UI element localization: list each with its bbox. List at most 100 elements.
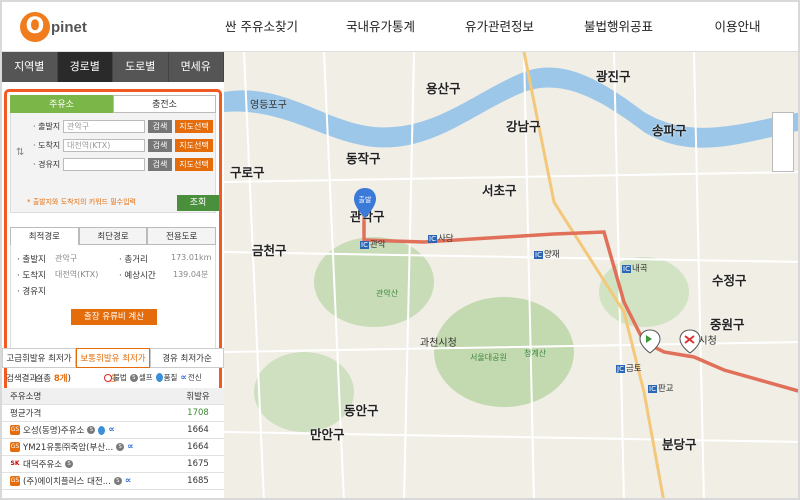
station-name[interactable]: (주)에이치플러스 대전... [23,475,111,487]
station-price: 1685 [187,476,209,486]
table-row[interactable]: GS 오성(동명)주유소 S ∝ 1664 [2,422,224,439]
gs-brand-icon: GS [10,476,20,486]
tab-diesel-lowest[interactable]: 경유 최저가순 [150,348,224,368]
dest-search-button[interactable]: 검색 [148,138,172,152]
tab-regular-lowest[interactable]: 보통휘발유 최저가순 [76,348,150,384]
legend-card: ∝ 전신 [180,372,201,383]
fuel-cost-button[interactable]: 출장 유류비 계산 [71,309,157,325]
ic-badge: IC [360,241,369,249]
route-search-panel: 주유소 충전소 ⇅ · 출발지 관악구 검색 지도선택 · 도착지 대전역(KT… [4,89,222,392]
map-label: 용산구 [426,81,461,96]
avg-price-label: 평균가격 [10,409,42,419]
station-name[interactable]: YM21유통㈜죽암(부산... [23,441,113,453]
legend-illegal-label: 불법 [113,373,127,382]
water-drop-icon [98,425,106,435]
map-label: 분당구 [662,437,697,452]
tab-taxfree[interactable]: 면세유 [168,52,224,82]
self-icon: S [129,373,138,382]
legend-quality-label: 품질 [163,373,178,382]
opinet-logo[interactable]: O pinet [20,10,90,44]
search-type-tabs: 지역별 경로별 도로별 면세유 [2,52,224,82]
result-dest-label: · 도착지 [17,271,46,281]
legend-self: S 셀프 [129,372,153,383]
dest-input[interactable]: 대전역(KTX) [63,138,145,152]
origin-search-button[interactable]: 검색 [148,119,172,133]
map-label: 중원구 [710,317,745,332]
start-marker-icon[interactable]: 출발 [352,186,378,220]
route-form: ⇅ · 출발지 관악구 검색 지도선택 · 도착지 대전역(KTX) 검색 지도… [10,113,219,213]
tab-region[interactable]: 지역별 [2,52,58,82]
self-icon: S [87,426,96,434]
ban-icon [104,373,112,382]
tab-optimal-route[interactable]: 최적경로 [10,227,79,245]
result-dest-value: 대전역(KTX) [55,270,99,279]
nav-guide[interactable]: 이용안내 [678,2,797,52]
required-note: * 출발지와 도착지의 키워드 필수입력 [27,198,136,206]
map-zoom-control[interactable] [772,112,794,172]
gs-brand-icon: GS [10,442,20,452]
station-type-tabs: 주유소 충전소 [10,95,216,113]
table-row[interactable]: GS (주)에이치플러스 대전... S ∝ 1685 [2,473,224,490]
origin-input[interactable]: 관악구 [63,119,145,133]
map-label: 과천시청 [420,338,457,349]
station-name[interactable]: 대덕주유소 [23,458,62,470]
via-input[interactable] [63,157,145,171]
tab-charging-station[interactable]: 충전소 [113,95,216,113]
ic-badge: JC [616,365,625,373]
map-ic-label: IC 관악 [360,238,386,250]
table-header: 주유소명 휘발유 [2,388,224,405]
map-ic-name: 금토 [625,364,642,374]
map-ic-name: 내곡 [631,264,648,274]
top-header: O pinet 싼 주유소찾기 국내유가통계 유가관련정보 불법행위공표 이용안… [2,2,798,52]
nav-price-info[interactable]: 유가관련정보 [440,2,559,52]
search-route-button[interactable]: 조회 [177,195,219,211]
map-ic-label: IC 사당 [428,232,454,244]
map-label: 청계산 [524,349,547,358]
tab-gas-station[interactable]: 주유소 [10,95,113,113]
tab-shortest-route[interactable]: 최단경로 [78,227,148,245]
route-map[interactable]: 용산구 광진구 강남구 송파구 동작구 구로구 서초구 관악구 금천구 수정구 … [224,52,798,498]
nav-cheap-station[interactable]: 싼 주유소찾기 [202,2,321,52]
origin-row: · 출발지 관악구 검색 지도선택 [33,119,213,133]
logo-text: pinet [51,19,87,36]
station-marker-icon[interactable] [678,328,702,354]
map-label: 만안구 [310,427,345,442]
card-icon: ∝ [108,425,115,435]
via-row: · 경유지 검색 지도선택 [33,157,213,171]
nav-illegal[interactable]: 불법행위공표 [559,2,678,52]
main-nav: 싼 주유소찾기 국내유가통계 유가관련정보 불법행위공표 이용안내 [202,2,797,52]
legend-quality: 품질 [155,372,178,383]
tab-road[interactable]: 도로별 [113,52,169,82]
station-sort-tabs: 고급휘발유 최저가순 보통휘발유 최저가순 경유 최저가순 [2,348,224,384]
tab-premium-lowest[interactable]: 고급휘발유 최저가순 [2,348,76,384]
swap-arrows-icon[interactable]: ⇅ [16,147,24,158]
self-icon: S [113,477,122,485]
map-label: 금천구 [252,243,287,258]
tab-express-route[interactable]: 전용도로 [147,227,217,245]
via-map-select-button[interactable]: 지도선택 [175,157,213,171]
result-time-value: 139.04분 [173,270,209,279]
route-option-tabs: 최적경로 최단경로 전용도로 [10,227,217,245]
map-label: 서초구 [482,183,517,198]
result-via-label: · 경유지 [17,287,46,297]
station-marker-icon[interactable] [638,328,662,354]
origin-map-select-button[interactable]: 지도선택 [175,119,213,133]
table-row[interactable]: GS YM21유통㈜죽암(부산... S ∝ 1664 [2,439,224,456]
dest-map-select-button[interactable]: 지도선택 [175,138,213,152]
origin-label: · 출발지 [33,121,61,131]
result-distance-value: 173.01km [171,253,212,262]
via-search-button[interactable]: 검색 [148,157,172,171]
route-result: · 출발지 관악구 · 총거리 173.01km · 도착지 대전역(KTX) … [10,245,216,355]
station-price: 1675 [187,459,209,469]
tab-route[interactable]: 경로별 [57,52,113,82]
map-label: 영등포구 [250,100,287,111]
map-label: 구로구 [230,165,265,180]
map-ic-name: 판교 [657,384,674,394]
station-price: 1664 [187,442,209,452]
nav-price-stats[interactable]: 국내유가통계 [321,2,440,52]
station-table: 주유소명 휘발유 평균가격 1708 GS 오성(동명)주유소 S ∝ 1664 GS… [2,388,224,490]
station-name[interactable]: 오성(동명)주유소 [23,424,84,436]
gs-brand-icon: GS [10,425,20,435]
table-row[interactable]: SK 대덕주유소 S 1675 [2,456,224,473]
result-count: 검색결과 (총 8개) [6,372,71,384]
